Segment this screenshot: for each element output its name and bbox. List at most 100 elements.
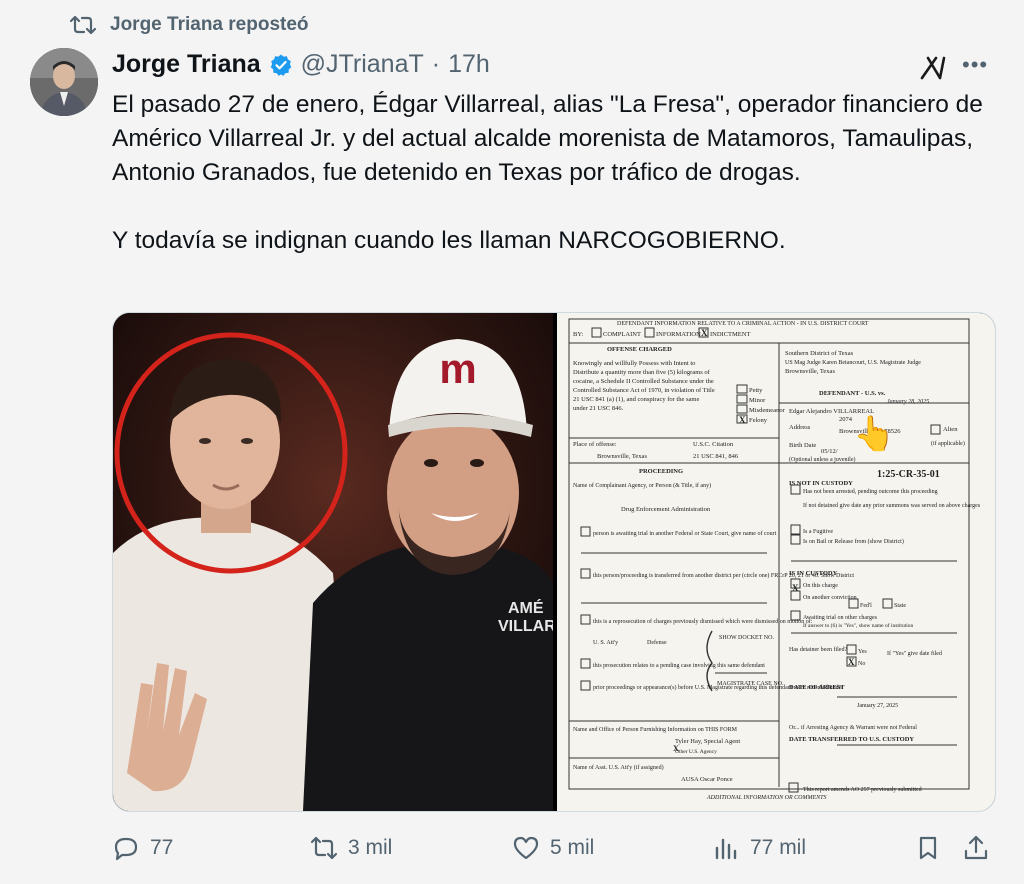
doc-birth-label: Birth Date: [789, 442, 816, 449]
bookmark-button[interactable]: [914, 828, 942, 868]
doc-date-transferred: DATE TRANSFERRED TO U.S. CUSTODY: [789, 736, 914, 743]
doc-not-detained: If not detained give date any prior summ…: [803, 502, 981, 509]
separator-dot: ·: [431, 50, 441, 78]
reply-icon: [114, 837, 138, 861]
doc-place-label: Place of offense:: [573, 441, 617, 448]
shirt-text-2: VILLARRE: [498, 618, 553, 635]
reply-button[interactable]: 77: [112, 828, 173, 868]
tweet-paragraph-1: El pasado 27 de enero, Édgar Villarreal,…: [112, 91, 983, 186]
doc-magistrate-case: MAGISTRATE CASE NO.: [717, 681, 784, 687]
doc-offense-line-4: Controlled Substance Act of 1970, in vio…: [573, 387, 715, 394]
doc-additional: ADDITIONAL INFORMATION OR COMMENTS: [706, 795, 827, 801]
doc-not-in-custody: IS NOT IN CUSTODY: [789, 480, 853, 487]
views-button[interactable]: 77 mil: [712, 828, 806, 868]
doc-if-yes: If answer to (6) is "Yes", show name of …: [803, 622, 914, 629]
repost-button[interactable]: 3 mil: [310, 828, 392, 868]
bookmark-icon: [919, 836, 937, 860]
doc-judge: US Mag Judge Karen Betancourt, U.S. Magi…: [785, 360, 921, 366]
doc-information: INFORMATION: [656, 331, 701, 338]
doc-not-arrested: Has not been arrested, pending outcome t…: [803, 489, 938, 495]
views-count: 77 mil: [750, 836, 807, 859]
repost-icon: [70, 15, 96, 35]
doc-optional: (Optional unless a juvenile): [789, 456, 855, 463]
doc-defendant-name: Edgar Alejandro VILLARREAL: [789, 408, 874, 415]
doc-usc-value: 21 USC 841, 846: [693, 453, 739, 460]
doc-misdemeanor: Misdemeanor: [749, 407, 786, 414]
doc-place-value: Brownsville, Texas: [597, 453, 647, 460]
doc-case-no: 1:25-CR-35-01: [877, 469, 940, 480]
svg-text:X: X: [848, 657, 855, 667]
court-document-image[interactable]: DEFENDANT INFORMATION RELATIVE TO A CRIM…: [557, 313, 995, 811]
doc-in-custody: IS IN CUSTODY: [789, 570, 838, 577]
doc-agency: Drug Enforcement Administration: [621, 506, 711, 513]
tweet-header: Jorge Triana @JTrianaT · 17h: [112, 50, 490, 79]
svg-text:X: X: [701, 328, 708, 338]
doc-or-if: Or... if Arresting Agency & Warrant were…: [789, 724, 917, 731]
grok-icon[interactable]: [918, 52, 948, 82]
repost-indicator[interactable]: Jorge Triana reposteó: [70, 14, 309, 36]
doc-date-of-arrest: DATE OF ARREST: [789, 684, 845, 691]
doc-offense-charged: OFFENSE CHARGED: [607, 346, 672, 353]
doc-offense-line-5: 21 USC 841 (a) (1), and conspiracy for t…: [573, 396, 699, 403]
views-icon: [715, 838, 737, 860]
pointing-hand-emoji: 👆: [853, 414, 895, 453]
doc-indictment: INDICTMENT: [710, 331, 750, 338]
doc-state: State: [894, 603, 906, 609]
heart-icon: [513, 836, 539, 860]
repost-count: 3 mil: [348, 836, 393, 859]
doc-fugitive: Is a Fugitive: [803, 529, 833, 535]
doc-district: Southern District of Texas: [785, 350, 854, 357]
author-handle[interactable]: @JTrianaT: [301, 50, 424, 79]
doc-asst-label: Name of Asst. U.S. Att'y (if assigned): [573, 764, 664, 771]
doc-detainer: Has detainer been filed?: [789, 646, 847, 653]
doc-if-applicable: (if applicable): [931, 440, 965, 447]
doc-by: BY:: [573, 331, 583, 338]
repost-icon: [310, 836, 338, 860]
doc-offense-line-6: under 21 USC 846.: [573, 405, 624, 412]
tweet-text: El pasado 27 de enero, Édgar Villarreal,…: [112, 88, 1002, 258]
doc-offense-line-3: cocaine, a Schedule II Controlled Substa…: [573, 378, 714, 385]
share-button[interactable]: [962, 828, 990, 868]
doc-alien: Alien: [943, 426, 958, 433]
like-count: 5 mil: [550, 836, 595, 859]
tweet-timestamp[interactable]: 17h: [448, 50, 490, 79]
doc-pending: this prosecution relates to a pending ca…: [593, 662, 765, 669]
doc-city: Brownsville, Texas: [785, 368, 835, 375]
share-icon: [964, 835, 988, 860]
doc-complaint: COMPLAINT: [603, 331, 641, 338]
svg-text:X: X: [792, 583, 799, 593]
doc-show-docket: SHOW DOCKET NO.: [719, 635, 774, 641]
tweet-media[interactable]: m AMÉ VILLARRE: [112, 312, 996, 812]
doc-arrest-date: January 27, 2025: [857, 703, 898, 709]
doc-this-charge: On this charge: [803, 583, 838, 589]
doc-offense-line-2: Distribute a quantity more than five (5)…: [573, 369, 711, 376]
doc-title: DEFENDANT INFORMATION RELATIVE TO A CRIM…: [617, 321, 869, 327]
doc-awaiting-other: Awaiting trial on other charges: [803, 615, 878, 621]
doc-address-1: 2074: [839, 416, 853, 423]
reply-count: 77: [150, 836, 174, 859]
avatar[interactable]: [30, 48, 98, 116]
avatar-image: [30, 48, 98, 116]
doc-date-right: January 28, 2025: [887, 399, 929, 405]
doc-no: No: [858, 661, 865, 667]
like-button[interactable]: 5 mil: [512, 828, 594, 868]
doc-ausa: AUSA Oscar Ponce: [681, 776, 733, 783]
cap-logo: m: [439, 345, 476, 392]
photo-two-men[interactable]: m AMÉ VILLARRE: [113, 313, 578, 811]
doc-proceeding: PROCEEDING: [639, 468, 683, 475]
svg-text:X: X: [739, 415, 746, 425]
doc-us-atty: U. S. Att'y: [593, 640, 618, 646]
doc-awaiting: person is awaiting trial in another Fede…: [593, 530, 777, 537]
author-name[interactable]: Jorge Triana: [112, 50, 261, 79]
doc-felony: Felony: [749, 417, 768, 424]
doc-defense: Defense: [647, 639, 667, 646]
doc-offense-line-1: Knowingly and willfully Possess with Int…: [573, 360, 695, 367]
verified-badge-icon: [270, 54, 291, 76]
doc-another: On another conviction: [803, 595, 857, 601]
more-options-icon[interactable]: •••: [962, 50, 992, 80]
repost-label: Jorge Triana reposteó: [110, 14, 309, 35]
svg-text:X: X: [673, 744, 679, 753]
doc-usc-label: U.S.C. Citation: [693, 441, 734, 448]
doc-address-label: Address: [789, 424, 811, 431]
doc-furnishing: Name and Office of Person Furnishing Inf…: [573, 726, 738, 733]
